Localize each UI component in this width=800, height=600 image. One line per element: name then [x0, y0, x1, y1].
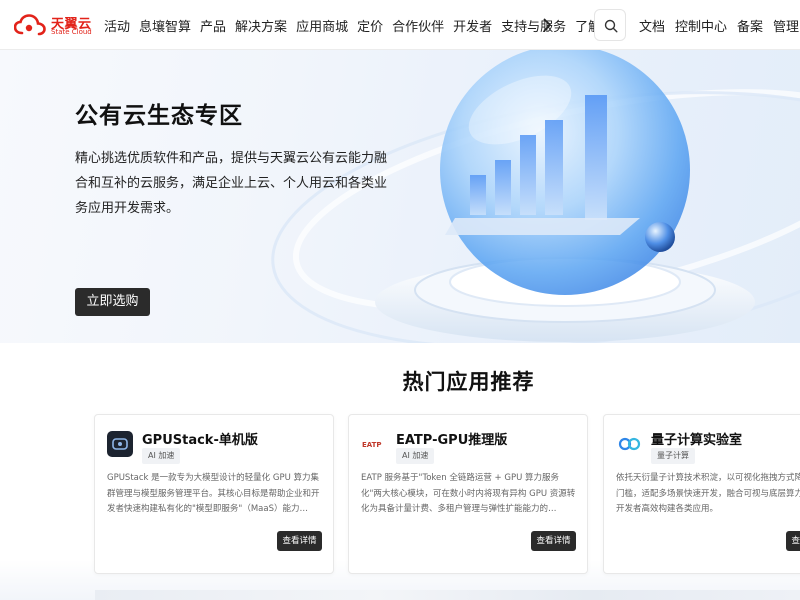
- card-title: 量子计算实验室: [651, 433, 743, 448]
- main-menu: 活动 息壤智算 产品 解决方案 应用商城 定价 合作伙伴 开发者 支持与服务 了…: [104, 0, 597, 50]
- card-tag: AI 加速: [396, 448, 435, 464]
- next-section-preview: [95, 590, 800, 600]
- brand-name-en: State Cloud: [51, 28, 92, 36]
- brand-logo[interactable]: 天翼云 State Cloud: [14, 11, 94, 39]
- buy-now-button[interactable]: 立即选购: [75, 288, 150, 316]
- chevron-right-icon: [543, 18, 551, 32]
- card-description: GPUStack 是一款专为大模型设计的轻量化 GPU 算力集群管理与模型服务管…: [107, 473, 320, 514]
- card-description: EATP 服务基于"Token 全链路运营 + GPU 算力服务化"两大核心模块…: [361, 473, 576, 514]
- top-navbar: 天翼云 State Cloud 活动 息壤智算 产品 解决方案 应用商城 定价 …: [0, 0, 800, 50]
- card-tag: AI 加速: [142, 448, 181, 464]
- app-card-gpustack[interactable]: GPUStack-单机版 AI 加速 GPUStack 是一款专为大模型设计的轻…: [94, 414, 334, 574]
- nav-item-partners[interactable]: 合作伙伴: [392, 16, 444, 35]
- search-icon: [604, 19, 618, 33]
- nav-item-activity[interactable]: 活动: [104, 16, 130, 35]
- nav-item-pricing[interactable]: 定价: [357, 16, 383, 35]
- nav-item-filing[interactable]: 备案: [737, 16, 763, 35]
- eatp-icon: EATP: [361, 431, 387, 457]
- nav-scroll-button[interactable]: [538, 16, 556, 34]
- app-card-quantum[interactable]: 量子计算实验室 量子计算 依托天衍量子计算技术积淀，以可视化拖拽方式降低编码门槛…: [603, 414, 800, 574]
- nav-item-console[interactable]: 控制中心: [675, 16, 727, 35]
- search-button[interactable]: [594, 9, 626, 41]
- nav-item-docs[interactable]: 文档: [639, 16, 665, 35]
- card-title: EATP-GPU推理版: [396, 433, 508, 448]
- hero-description: 精心挑选优质软件和产品，提供与天翼云公有云能力融合和互补的云服务，满足企业上云、…: [75, 151, 388, 216]
- cloud-logo-icon: [14, 14, 46, 36]
- gpustack-icon: [107, 431, 133, 457]
- view-details-button[interactable]: 查看详情: [531, 531, 576, 551]
- nav-item-management[interactable]: 管理中心: [773, 16, 800, 35]
- hero-title: 公有云生态专区: [75, 103, 243, 129]
- card-description: 依托天衍量子计算技术积淀，以可视化拖拽方式降低编码门槛，适配多场景快速开发，融合…: [616, 473, 800, 514]
- nav-item-solutions[interactable]: 解决方案: [235, 16, 287, 35]
- hero-banner: 公有云生态专区 精心挑选优质软件和产品，提供与天翼云公有云能力融合和互补的云服务…: [0, 50, 800, 343]
- recommended-apps: GPUStack-单机版 AI 加速 GPUStack 是一款专为大模型设计的轻…: [0, 400, 800, 600]
- nav-item-products[interactable]: 产品: [200, 16, 226, 35]
- nav-item-support[interactable]: 支持与服务: [501, 16, 566, 35]
- quantum-icon: [616, 431, 642, 457]
- card-tag: 量子计算: [651, 448, 695, 464]
- card-title: GPUStack-单机版: [142, 433, 258, 448]
- nav-item-xirang[interactable]: 息壤智算: [139, 16, 191, 35]
- utility-menu: 文档 控制中心 备案 管理中心: [639, 0, 800, 50]
- app-card-eatp[interactable]: EATP EATP-GPU推理版 AI 加速 EATP 服务基于"Token 全…: [348, 414, 588, 574]
- section-title: 热门应用推荐: [402, 370, 535, 394]
- view-details-button[interactable]: 查看详情: [277, 531, 322, 551]
- nav-item-developers[interactable]: 开发者: [453, 16, 492, 35]
- svg-text:EATP: EATP: [362, 441, 382, 449]
- nav-item-marketplace[interactable]: 应用商城: [296, 16, 348, 35]
- view-details-button[interactable]: 查看详情: [786, 531, 800, 551]
